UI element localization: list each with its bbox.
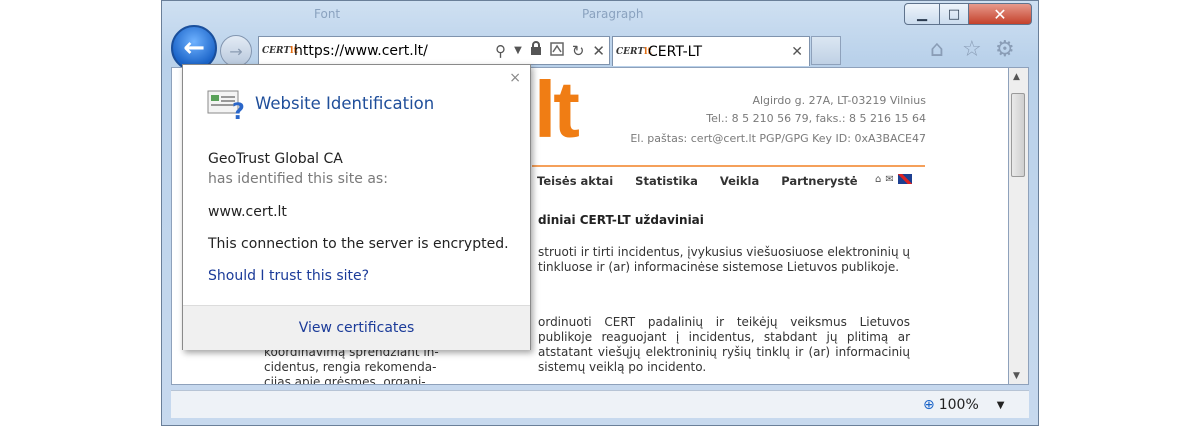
address-bar[interactable]: CERT lt https://www.cert.lt/ ⚲ ▼ ↻ ✕	[258, 36, 610, 65]
home-icon[interactable]: ⌂	[930, 37, 944, 62]
cert-logo: lt	[534, 67, 580, 154]
org-phone: Tel.: 8 5 210 56 79, faks.: 8 5 216 15 6…	[706, 112, 926, 125]
search-icon[interactable]: ⚲	[495, 42, 506, 60]
minimize-button[interactable]: ▁	[904, 3, 940, 25]
tab-favicon: CERT lt	[616, 46, 652, 57]
nav-item-teises-aktai[interactable]: Teisės aktai	[537, 174, 613, 188]
dropdown-icon[interactable]: ▼	[514, 45, 522, 56]
svg-text:?: ?	[232, 100, 245, 121]
zoom-level: 100%	[938, 397, 979, 413]
popup-footer: View certificates	[183, 305, 530, 350]
ghost-title-paragraph: Paragraph	[582, 7, 644, 21]
org-email: El. paštas: cert@cert.lt PGP/GPG Key ID:…	[630, 132, 926, 145]
lock-icon[interactable]	[530, 41, 542, 60]
tab-title: CERT-LT	[648, 43, 703, 60]
refresh-icon[interactable]: ↻	[572, 42, 585, 60]
close-icon: ✕	[993, 4, 1007, 24]
site-favicon: CERT lt	[262, 45, 298, 56]
nav-item-partneryste[interactable]: Partnerystė	[781, 174, 857, 188]
uk-flag-icon[interactable]	[897, 174, 912, 184]
section-heading: diniai CERT-LT uždaviniai	[538, 213, 704, 227]
nav-icons: ⌂ ✉	[875, 174, 912, 185]
url-text[interactable]: https://www.cert.lt/	[294, 43, 491, 59]
ghost-title-font: Font	[314, 7, 341, 21]
tab-cert-lt[interactable]: CERT lt CERT-LT ✕	[612, 36, 810, 66]
scroll-up-arrow[interactable]: ▲	[1013, 72, 1020, 82]
compat-icon[interactable]	[550, 41, 564, 60]
maximize-button[interactable]: □	[939, 3, 969, 25]
nav-item-statistika[interactable]: Statistika	[635, 174, 698, 188]
org-address: Algirdo g. 27A, LT-03219 Vilnius	[752, 94, 926, 107]
vertical-scrollbar[interactable]: ▲ ▼	[1009, 67, 1029, 385]
popup-title: Website Identification	[255, 94, 435, 113]
zoom-dropdown-icon[interactable]: ▼	[997, 400, 1005, 411]
back-arrow-icon: ←	[183, 33, 205, 63]
popup-close-icon[interactable]: ×	[509, 70, 521, 86]
site-identity-icon: ?	[207, 90, 245, 121]
home-small-icon[interactable]: ⌂	[875, 174, 881, 185]
left-column-text: koordinavimą sprendžiant in- cidentus, r…	[264, 345, 439, 385]
maximize-icon: □	[947, 6, 961, 22]
forward-arrow-icon: →	[229, 41, 243, 61]
settings-gear-icon[interactable]: ⚙	[995, 37, 1015, 62]
zoom-control[interactable]: ⊕ 100% ▼	[923, 397, 1004, 413]
site-nav: Teisės aktai Statistika Veikla Partnerys…	[537, 174, 858, 188]
minimize-icon: ▁	[917, 6, 927, 22]
paragraph-2: ordinuoti CERT padalinių ir teikėjų veik…	[538, 315, 910, 374]
tab-close-icon[interactable]: ✕	[791, 44, 803, 60]
paragraph-1: struoti ir tirti incidentus, įvykusius v…	[538, 245, 910, 274]
scroll-down-arrow[interactable]: ▼	[1013, 371, 1020, 381]
website-identification-popup: × ? Website Identification GeoTrust Glob…	[182, 64, 531, 350]
favorites-star-icon[interactable]: ☆	[962, 37, 982, 62]
trust-site-link[interactable]: Should I trust this site?	[208, 268, 369, 284]
identified-label: has identified this site as:	[208, 171, 388, 187]
new-tab-button[interactable]	[811, 36, 841, 65]
nav-item-veikla[interactable]: Veikla	[720, 174, 759, 188]
close-window-button[interactable]: ✕	[968, 3, 1032, 25]
zoom-icon: ⊕	[923, 397, 935, 413]
header-divider	[532, 165, 925, 167]
mail-icon[interactable]: ✉	[885, 174, 893, 185]
identified-site: www.cert.lt	[208, 204, 287, 220]
encryption-status: This connection to the server is encrypt…	[208, 236, 509, 252]
scroll-thumb[interactable]	[1011, 93, 1025, 177]
stop-icon[interactable]: ✕	[592, 42, 605, 60]
certificate-authority: GeoTrust Global CA	[208, 151, 343, 167]
forward-button[interactable]: →	[220, 35, 252, 67]
status-bar: ⊕ 100% ▼	[171, 390, 1029, 418]
view-certificates-link[interactable]: View certificates	[299, 320, 415, 336]
